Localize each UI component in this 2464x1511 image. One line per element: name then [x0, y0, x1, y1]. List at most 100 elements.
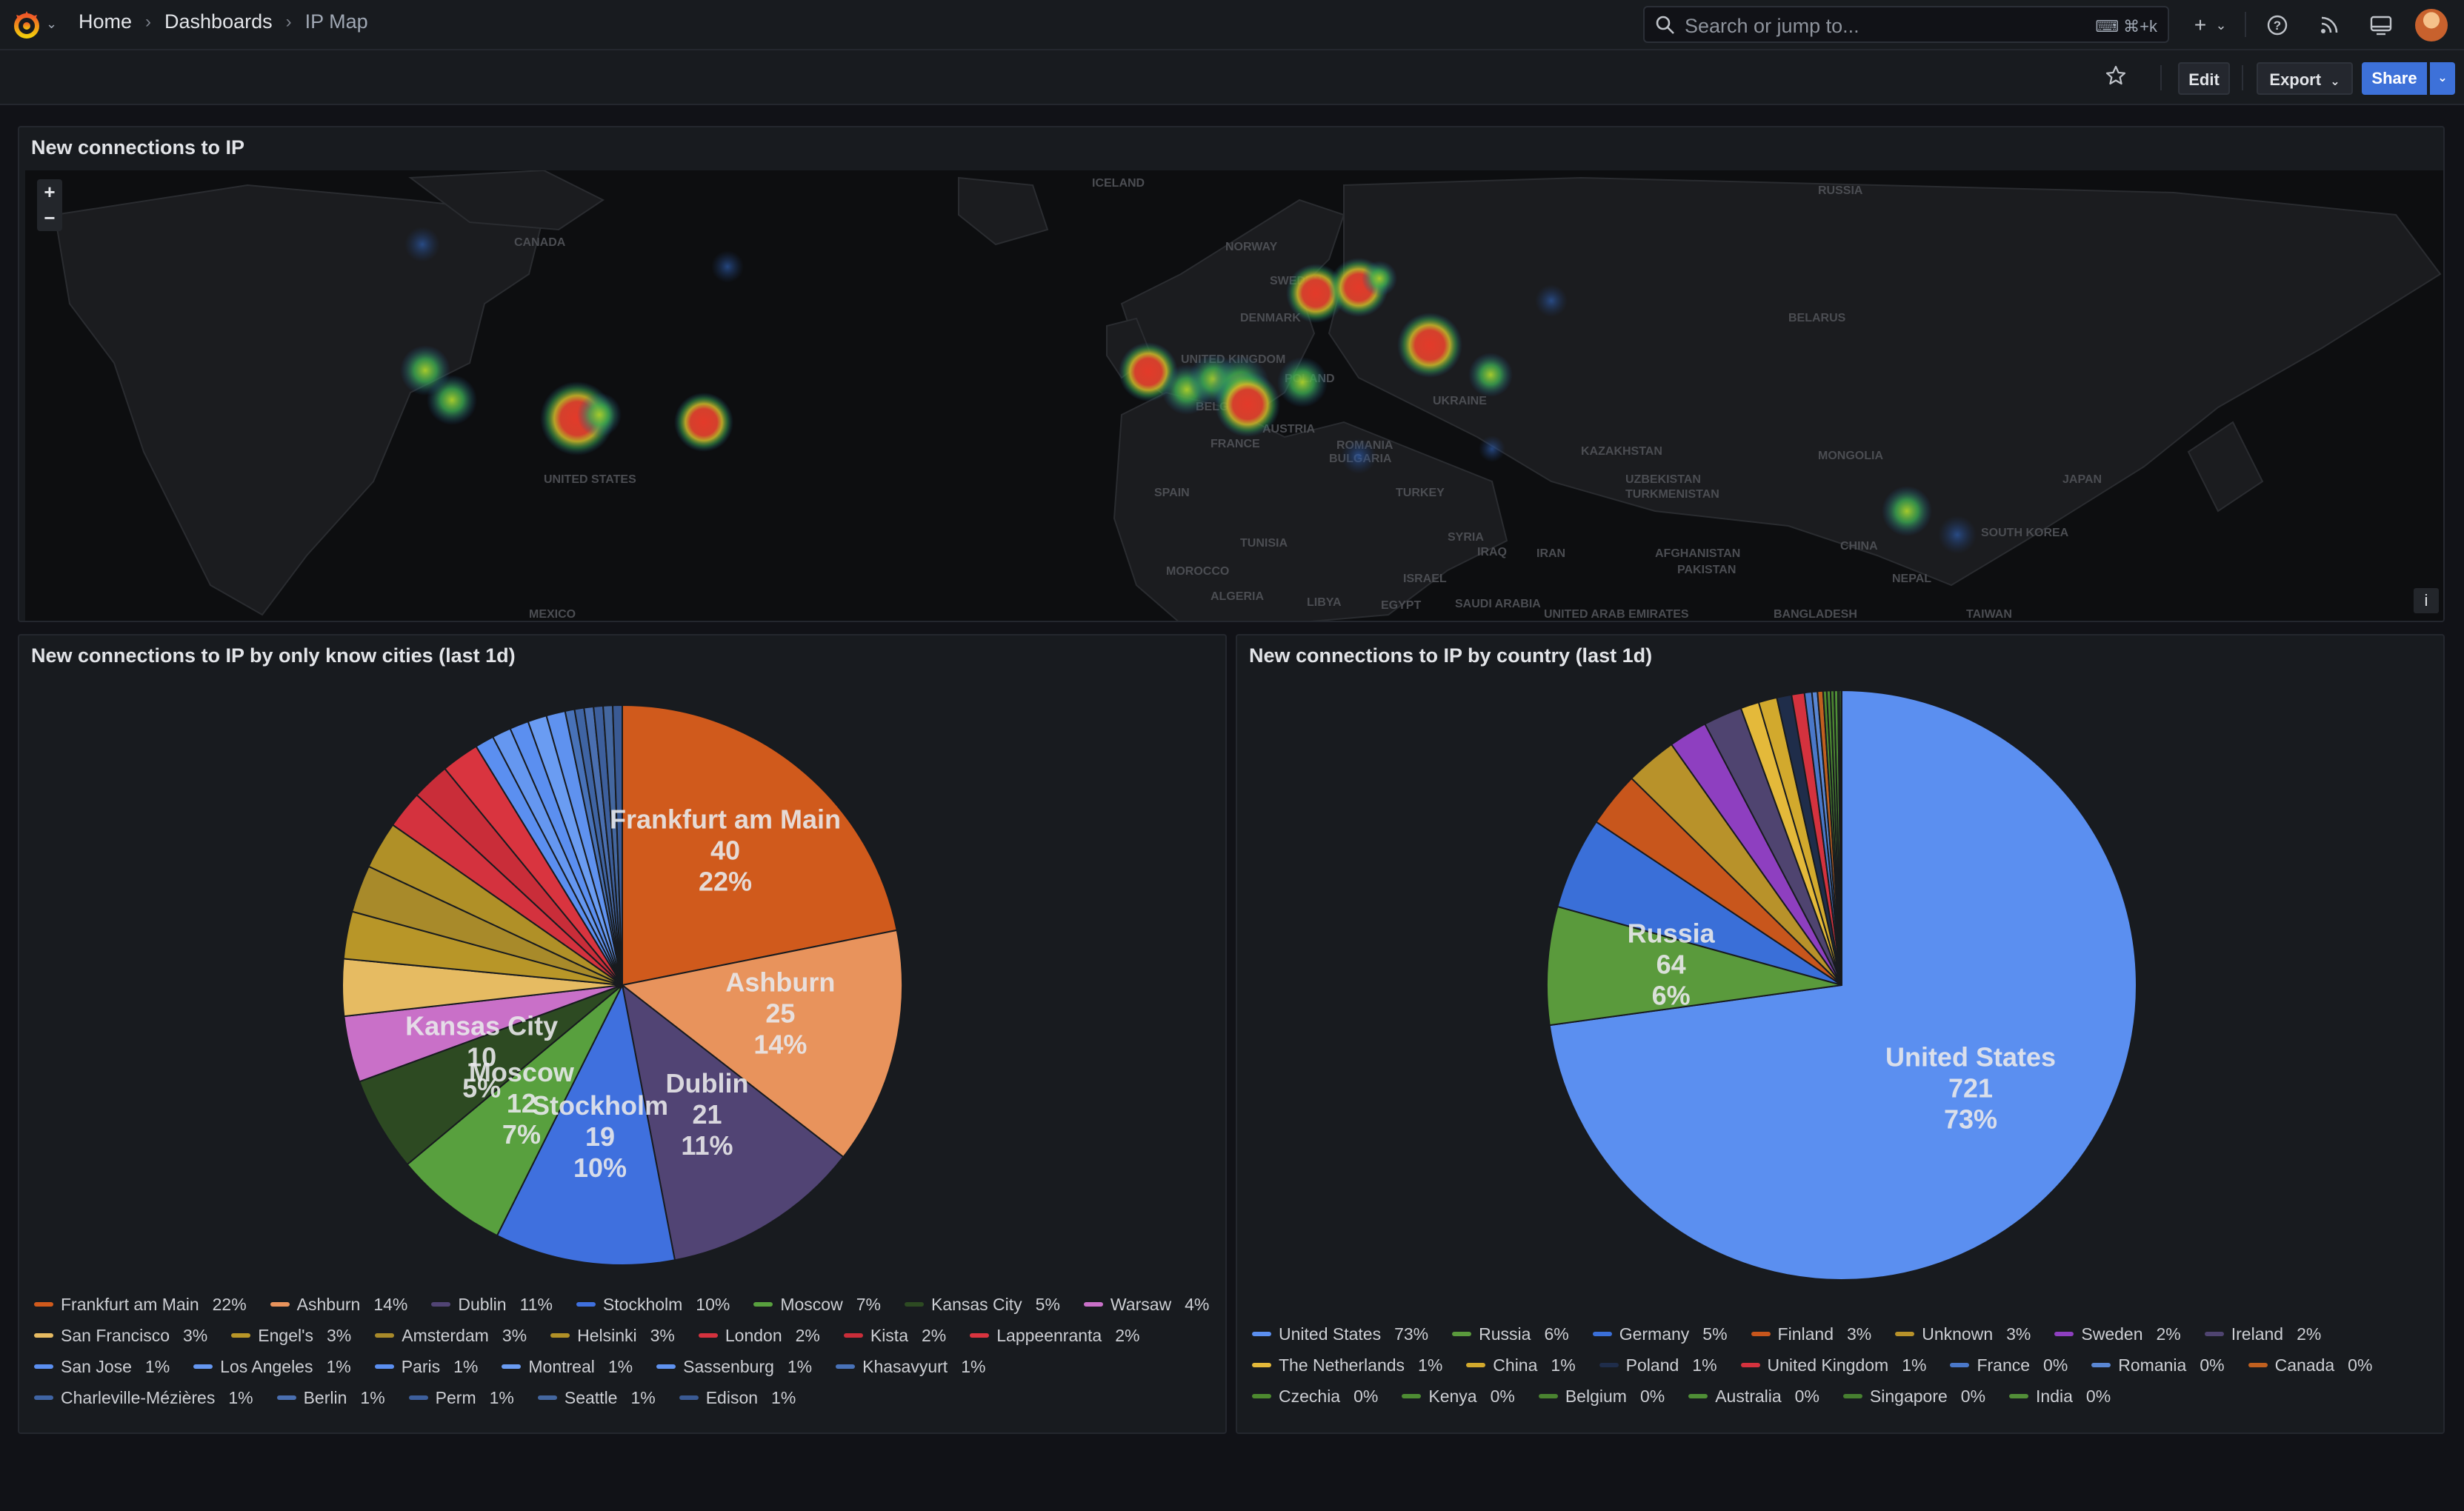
zoom-in-button[interactable]: +	[37, 179, 62, 205]
legend-swatch	[1842, 1394, 1862, 1398]
star-icon[interactable]	[2101, 61, 2131, 90]
heatmap-hotspot[interactable]	[404, 227, 440, 262]
map-country-label: NEPAL	[1892, 573, 1931, 585]
legend-item[interactable]: London 2%	[698, 1324, 820, 1347]
legend-item[interactable]: Perm 1%	[408, 1387, 514, 1409]
heatmap-hotspot[interactable]	[1938, 516, 1977, 554]
news-rss-icon[interactable]	[2314, 10, 2344, 40]
legend-item[interactable]: Singapore 0%	[1842, 1385, 1985, 1407]
legend-item[interactable]: United States 73%	[1252, 1323, 1428, 1345]
heatmap-hotspot[interactable]	[1397, 313, 1462, 378]
breadcrumb-home[interactable]: Home	[79, 10, 132, 33]
legend-item[interactable]: India 0%	[2009, 1385, 2111, 1407]
user-avatar[interactable]	[2415, 9, 2448, 41]
panel-title[interactable]: New connections to IP by country (last 1…	[1249, 644, 1652, 667]
legend-percent: 14%	[373, 1294, 408, 1314]
heatmap-hotspot[interactable]	[1535, 284, 1568, 317]
legend-item[interactable]: Seattle 1%	[537, 1387, 656, 1409]
legend-item[interactable]: Dublin 11%	[431, 1293, 553, 1315]
heatmap-hotspot[interactable]	[577, 393, 622, 437]
legend-item[interactable]: Los Angeles 1%	[193, 1355, 351, 1378]
legend-item[interactable]: Berlin 1%	[276, 1387, 385, 1409]
legend-swatch	[904, 1302, 924, 1307]
share-button[interactable]: Share	[2362, 62, 2427, 95]
legend-item[interactable]: Helsinki 3%	[550, 1324, 675, 1347]
heatmap-hotspot[interactable]	[1277, 357, 1328, 407]
legend-swatch	[2054, 1332, 2074, 1336]
legend-item[interactable]: Ashburn 14%	[270, 1293, 408, 1315]
legend-item[interactable]: San Francisco 3%	[34, 1324, 207, 1347]
share-options-chevron-icon[interactable]: ⌄	[2430, 62, 2455, 95]
legend-item[interactable]: Czechia 0%	[1252, 1385, 1378, 1407]
legend-item[interactable]: San Jose 1%	[34, 1355, 170, 1378]
panel-title[interactable]: New connections to IP by only know citie…	[31, 644, 516, 667]
search-icon	[1656, 16, 1674, 34]
legend-item[interactable]: United Kingdom 1%	[1740, 1354, 1926, 1376]
legend-item[interactable]: Ireland 2%	[2204, 1323, 2321, 1345]
breadcrumb-dashboards[interactable]: Dashboards	[164, 10, 273, 33]
legend-percent: 0%	[1353, 1386, 1379, 1406]
legend-label: Ireland	[2231, 1324, 2284, 1344]
search-input[interactable]: Search or jump to... ⌨ ⌘+k	[1643, 6, 2169, 43]
export-button[interactable]: Export ⌄	[2257, 62, 2353, 95]
world-heatmap[interactable]: ICELANDRUSSIACANADANORWAYSWEDENDENMARKBE…	[25, 169, 2443, 621]
legend-item[interactable]: Moscow 7%	[753, 1293, 881, 1315]
legend-percent: 0%	[1794, 1386, 1819, 1406]
country-pie-chart[interactable]: United States72173% Russia646%	[1237, 680, 2443, 1317]
dock-menu-icon[interactable]	[2366, 10, 2396, 40]
legend-item[interactable]: Engel's 3%	[231, 1324, 351, 1347]
legend-item[interactable]: Romania 0%	[2091, 1354, 2225, 1376]
legend-item[interactable]: Khasavyurt 1%	[836, 1355, 985, 1378]
cities-pie-chart[interactable]: Frankfurt am Main4022%Ashburn2514%Dublin…	[19, 680, 1225, 1317]
legend-item[interactable]: Belgium 0%	[1538, 1385, 1665, 1407]
grafana-logo-icon[interactable]	[10, 9, 43, 41]
legend-item[interactable]: Canada 0%	[2248, 1354, 2372, 1376]
legend-item[interactable]: France 0%	[1950, 1354, 2068, 1376]
heatmap-hotspot[interactable]	[1362, 261, 1397, 296]
chevron-down-icon[interactable]: ⌄	[2206, 10, 2236, 40]
legend-item[interactable]: Kansas City 5%	[904, 1293, 1060, 1315]
legend-item[interactable]: Stockholm 10%	[576, 1293, 730, 1315]
pie-slice-label-value: 10	[467, 1042, 496, 1073]
legend-item[interactable]: Frankfurt am Main 22%	[34, 1293, 247, 1315]
legend-item[interactable]: China 1%	[1466, 1354, 1576, 1376]
map-country-label: MOROCCO	[1166, 565, 1229, 578]
heatmap-hotspot[interactable]	[1479, 436, 1505, 462]
map-country-label: BANGLADESH	[1774, 608, 1857, 621]
map-attribution-button[interactable]: i	[2414, 588, 2439, 613]
legend-item[interactable]: Kenya 0%	[1402, 1385, 1515, 1407]
legend-item[interactable]: Warsaw 4%	[1083, 1293, 1209, 1315]
heatmap-hotspot[interactable]	[711, 250, 744, 283]
legend-item[interactable]: Poland 1%	[1599, 1354, 1717, 1376]
legend-item[interactable]: Paris 1%	[374, 1355, 478, 1378]
legend-item[interactable]: Amsterdam 3%	[375, 1324, 527, 1347]
heatmap-hotspot[interactable]	[1341, 438, 1376, 474]
heatmap-hotspot[interactable]	[674, 393, 733, 452]
legend-label: Los Angeles	[220, 1356, 313, 1376]
legend-label: San Jose	[61, 1356, 132, 1376]
legend-label: Warsaw	[1110, 1294, 1172, 1314]
legend-item[interactable]: Unknown 3%	[1895, 1323, 2031, 1345]
legend-item[interactable]: Finland 3%	[1751, 1323, 1871, 1345]
heatmap-hotspot[interactable]	[1882, 486, 1932, 536]
edit-button[interactable]: Edit	[2178, 62, 2230, 95]
heatmap-hotspot[interactable]	[1468, 353, 1513, 397]
legend-item[interactable]: Edison 1%	[679, 1387, 796, 1409]
panel-title[interactable]: New connections to IP	[31, 136, 244, 159]
legend-item[interactable]: Charleville-Mézières 1%	[34, 1387, 253, 1409]
legend-item[interactable]: Kista 2%	[843, 1324, 946, 1347]
heatmap-hotspot[interactable]	[427, 375, 477, 425]
legend-item[interactable]: Australia 0%	[1688, 1385, 1819, 1407]
heatmap-hotspot[interactable]	[1215, 372, 1280, 437]
zoom-out-button[interactable]: −	[37, 205, 62, 231]
chevron-down-icon[interactable]: ⌄	[46, 16, 57, 32]
legend-item[interactable]: Russia 6%	[1452, 1323, 1569, 1345]
legend-item[interactable]: Lappeenranta 2%	[970, 1324, 1139, 1347]
legend-item[interactable]: Montreal 1%	[502, 1355, 633, 1378]
legend-item[interactable]: Sassenburg 1%	[656, 1355, 812, 1378]
legend-item[interactable]: The Netherlands 1%	[1252, 1354, 1442, 1376]
help-icon[interactable]: ?	[2262, 10, 2292, 40]
pie-slice-label-name: Dublin	[665, 1068, 748, 1098]
legend-item[interactable]: Sweden 2%	[2054, 1323, 2181, 1345]
legend-item[interactable]: Germany 5%	[1592, 1323, 1728, 1345]
